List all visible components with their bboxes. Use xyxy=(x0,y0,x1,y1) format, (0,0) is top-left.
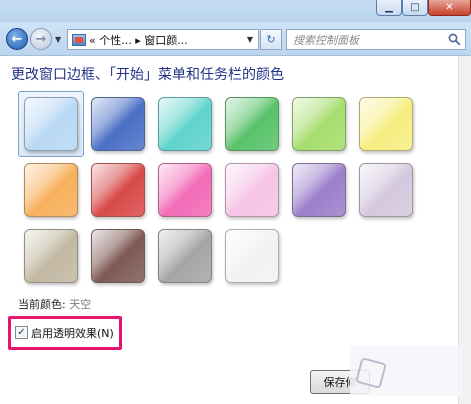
transparency-checkbox[interactable]: ✓ xyxy=(15,326,28,339)
color-swatch-leaf[interactable] xyxy=(225,97,279,151)
control-panel-icon xyxy=(72,33,86,46)
search-icon[interactable] xyxy=(448,33,461,46)
current-color-label: 当前颜色: xyxy=(18,298,66,311)
current-color-value: 天空 xyxy=(69,298,92,311)
color-swatch-lemon[interactable] xyxy=(359,97,413,151)
back-arrow-icon[interactable]: ← xyxy=(6,28,28,50)
color-swatch-twilight[interactable] xyxy=(91,97,145,151)
color-swatch-sea[interactable] xyxy=(158,97,212,151)
color-swatch-lavender[interactable] xyxy=(359,163,413,217)
swatch-gloss xyxy=(293,164,345,216)
swatch-gloss xyxy=(226,230,278,282)
color-swatch-chocolate[interactable] xyxy=(91,229,145,283)
color-swatch-ruby[interactable] xyxy=(91,163,145,217)
color-swatch-fuchsia[interactable] xyxy=(158,163,212,217)
maximize-icon[interactable]: □ xyxy=(402,0,428,16)
transparency-label[interactable]: 启用透明效果(N) xyxy=(31,325,114,341)
swatch-gloss xyxy=(293,98,345,150)
page-title: 更改窗口边框、「开始」菜单和任务栏的颜色 xyxy=(11,67,284,83)
color-swatch-taupe[interactable] xyxy=(24,229,78,283)
color-swatch-blush[interactable] xyxy=(225,163,279,217)
close-icon[interactable]: ✕ xyxy=(428,0,471,16)
title-bar: ▁ □ ✕ xyxy=(0,0,471,22)
swatch-gloss xyxy=(92,230,144,282)
forward-arrow-icon[interactable]: → xyxy=(30,28,52,50)
swatch-gloss xyxy=(92,164,144,216)
color-swatch-sky[interactable] xyxy=(24,97,78,151)
refresh-icon[interactable]: ↻ xyxy=(260,29,282,50)
swatch-gloss xyxy=(25,164,77,216)
swatch-gloss xyxy=(92,98,144,150)
swatch-gloss xyxy=(360,164,412,216)
address-bar[interactable]: « 个性... ▸ 窗口颜... ▼ xyxy=(67,29,259,50)
swatch-gloss xyxy=(25,98,77,150)
color-swatch-frost[interactable] xyxy=(225,229,279,283)
chevron-down-icon[interactable]: ▼ xyxy=(242,35,258,44)
history-dropdown-icon[interactable]: ▼ xyxy=(55,35,61,44)
color-swatch-slate[interactable] xyxy=(158,229,212,283)
search-input[interactable]: 搜索控制面板 xyxy=(286,29,466,50)
search-placeholder: 搜索控制面板 xyxy=(293,33,359,47)
transparency-highlight: ✓ 启用透明效果(N) xyxy=(8,316,122,350)
swatch-gloss xyxy=(159,98,211,150)
color-swatch-violet[interactable] xyxy=(292,163,346,217)
swatch-gloss xyxy=(226,164,278,216)
swatch-gloss xyxy=(25,230,77,282)
minimize-icon[interactable]: ▁ xyxy=(376,0,402,16)
breadcrumb[interactable]: « 个性... ▸ 窗口颜... xyxy=(89,32,188,48)
swatch-gloss xyxy=(360,98,412,150)
color-swatch-lime[interactable] xyxy=(292,97,346,151)
swatch-gloss xyxy=(226,98,278,150)
swatch-gloss xyxy=(159,164,211,216)
swatch-gloss xyxy=(159,230,211,282)
current-color: 当前颜色: 天空 xyxy=(18,296,91,312)
navigation-bar: ← → ▼ « 个性... ▸ 窗口颜... ▼ ↻ 搜索控制面板 xyxy=(0,22,471,56)
watermark-logo xyxy=(350,346,462,396)
color-swatch-tangerine[interactable] xyxy=(24,163,78,217)
